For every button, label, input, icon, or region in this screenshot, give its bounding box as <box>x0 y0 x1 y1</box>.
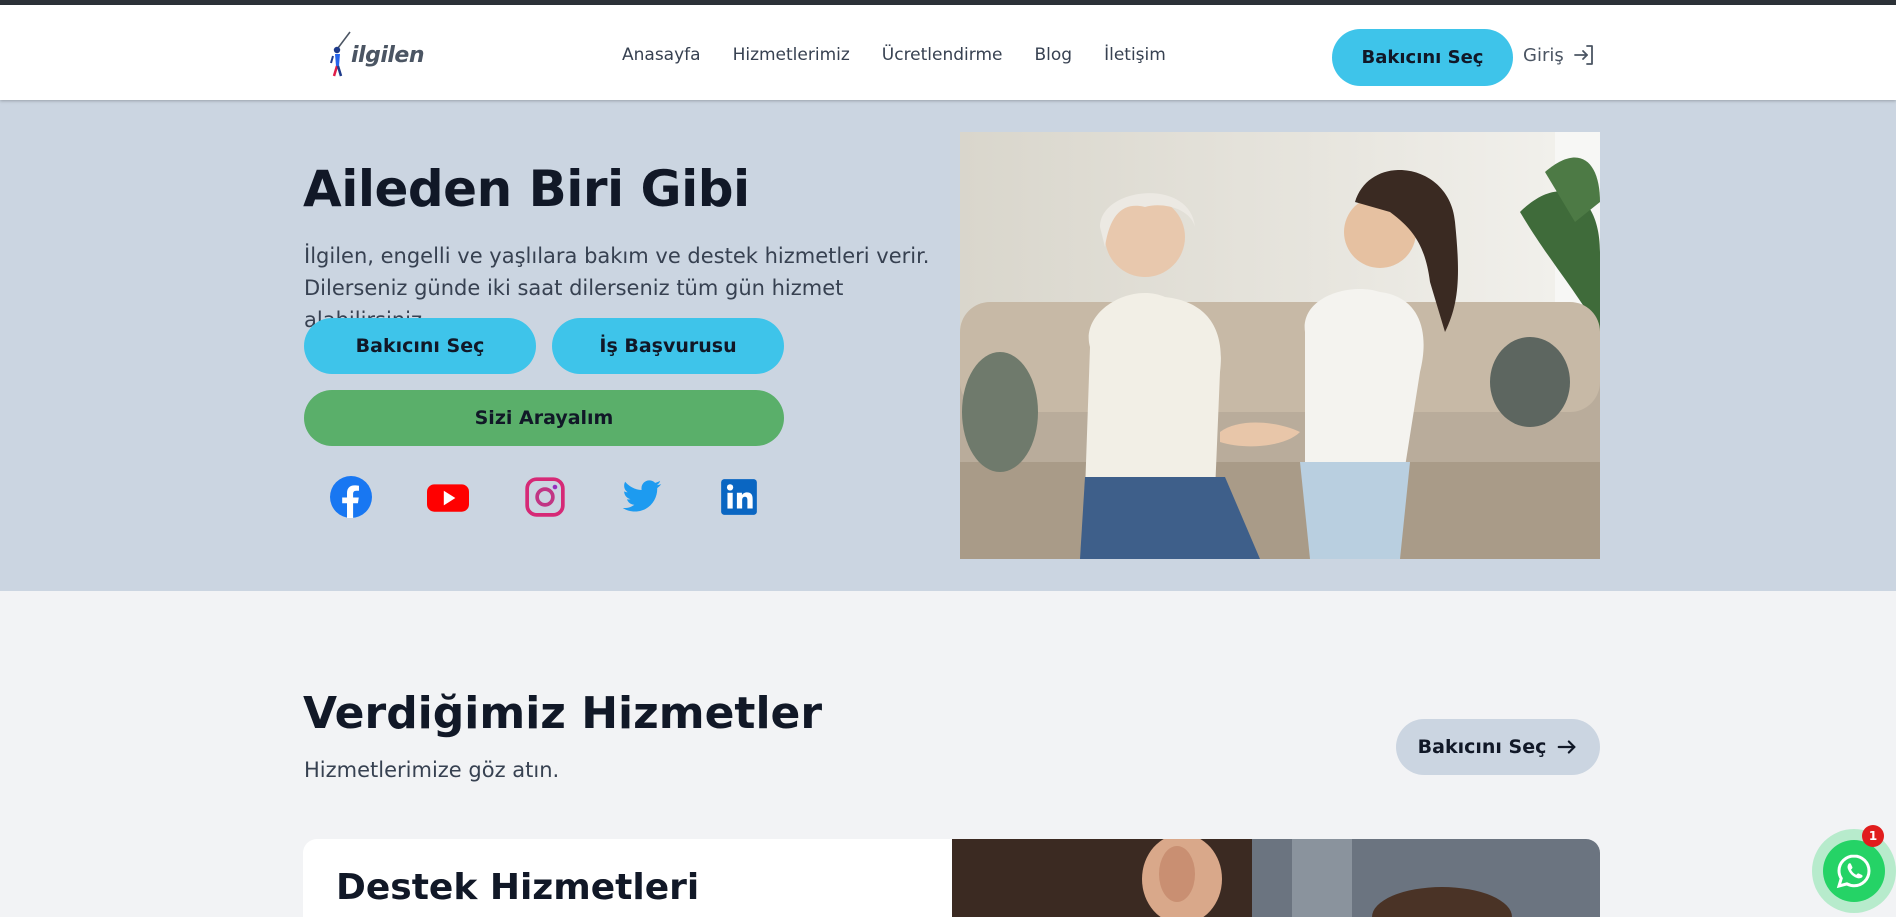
hero-section <box>0 100 1896 591</box>
nav-link-home[interactable]: Anasayfa <box>622 45 701 65</box>
instagram-icon[interactable] <box>524 476 566 518</box>
service-card-title: Destek Hizmetleri <box>336 867 700 908</box>
nav-link-contact[interactable]: İletişim <box>1104 45 1166 65</box>
whatsapp-badge: 1 <box>1862 825 1884 847</box>
service-card-image <box>952 839 1600 917</box>
linkedin-icon[interactable] <box>718 476 760 518</box>
whatsapp-icon <box>1836 854 1871 889</box>
services-subtitle: Hizmetlerimize göz atın. <box>304 758 560 782</box>
logo-figure-icon <box>330 31 351 77</box>
hero-select-caregiver-button[interactable]: Bakıcını Seç <box>304 318 536 374</box>
facebook-icon[interactable] <box>330 476 372 518</box>
navbar: ilgilen Anasayfa Hizmetlerimiz Ücretlend… <box>0 5 1896 100</box>
login-icon <box>1573 45 1593 65</box>
nav-link-pricing[interactable]: Ücretlendirme <box>882 45 1003 65</box>
nav-link-services[interactable]: Hizmetlerimiz <box>733 45 850 65</box>
hero-job-application-button[interactable]: İş Başvurusu <box>552 318 784 374</box>
service-card[interactable]: Destek Hizmetleri <box>303 839 1600 917</box>
services-select-caregiver-button[interactable]: Bakıcını Seç <box>1396 719 1600 775</box>
login-label: Giriş <box>1523 44 1564 66</box>
youtube-icon[interactable] <box>427 476 469 518</box>
nav-link-blog[interactable]: Blog <box>1035 45 1073 65</box>
whatsapp-button[interactable] <box>1812 829 1896 913</box>
hero-title: Aileden Biri Gibi <box>303 160 750 218</box>
main-nav: Anasayfa Hizmetlerimiz Ücretlendirme Blo… <box>622 45 1166 65</box>
hero-description-line-1: İlgilen, engelli ve yaşlılara bakım ve d… <box>304 244 930 268</box>
services-title: Verdiğimiz Hizmetler <box>303 688 823 739</box>
twitter-icon[interactable] <box>621 476 663 518</box>
services-button-label: Bakıcını Seç <box>1417 736 1547 758</box>
social-links <box>330 476 760 518</box>
logo[interactable]: ilgilen <box>329 27 429 83</box>
arrow-right-icon <box>1558 740 1576 754</box>
logo-text: ilgilen <box>351 42 425 68</box>
nav-select-caregiver-button[interactable]: Bakıcını Seç <box>1332 29 1513 86</box>
hero-photo <box>960 132 1600 559</box>
hero-call-me-button[interactable]: Sizi Arayalım <box>304 390 784 446</box>
login-link[interactable]: Giriş <box>1523 43 1596 67</box>
